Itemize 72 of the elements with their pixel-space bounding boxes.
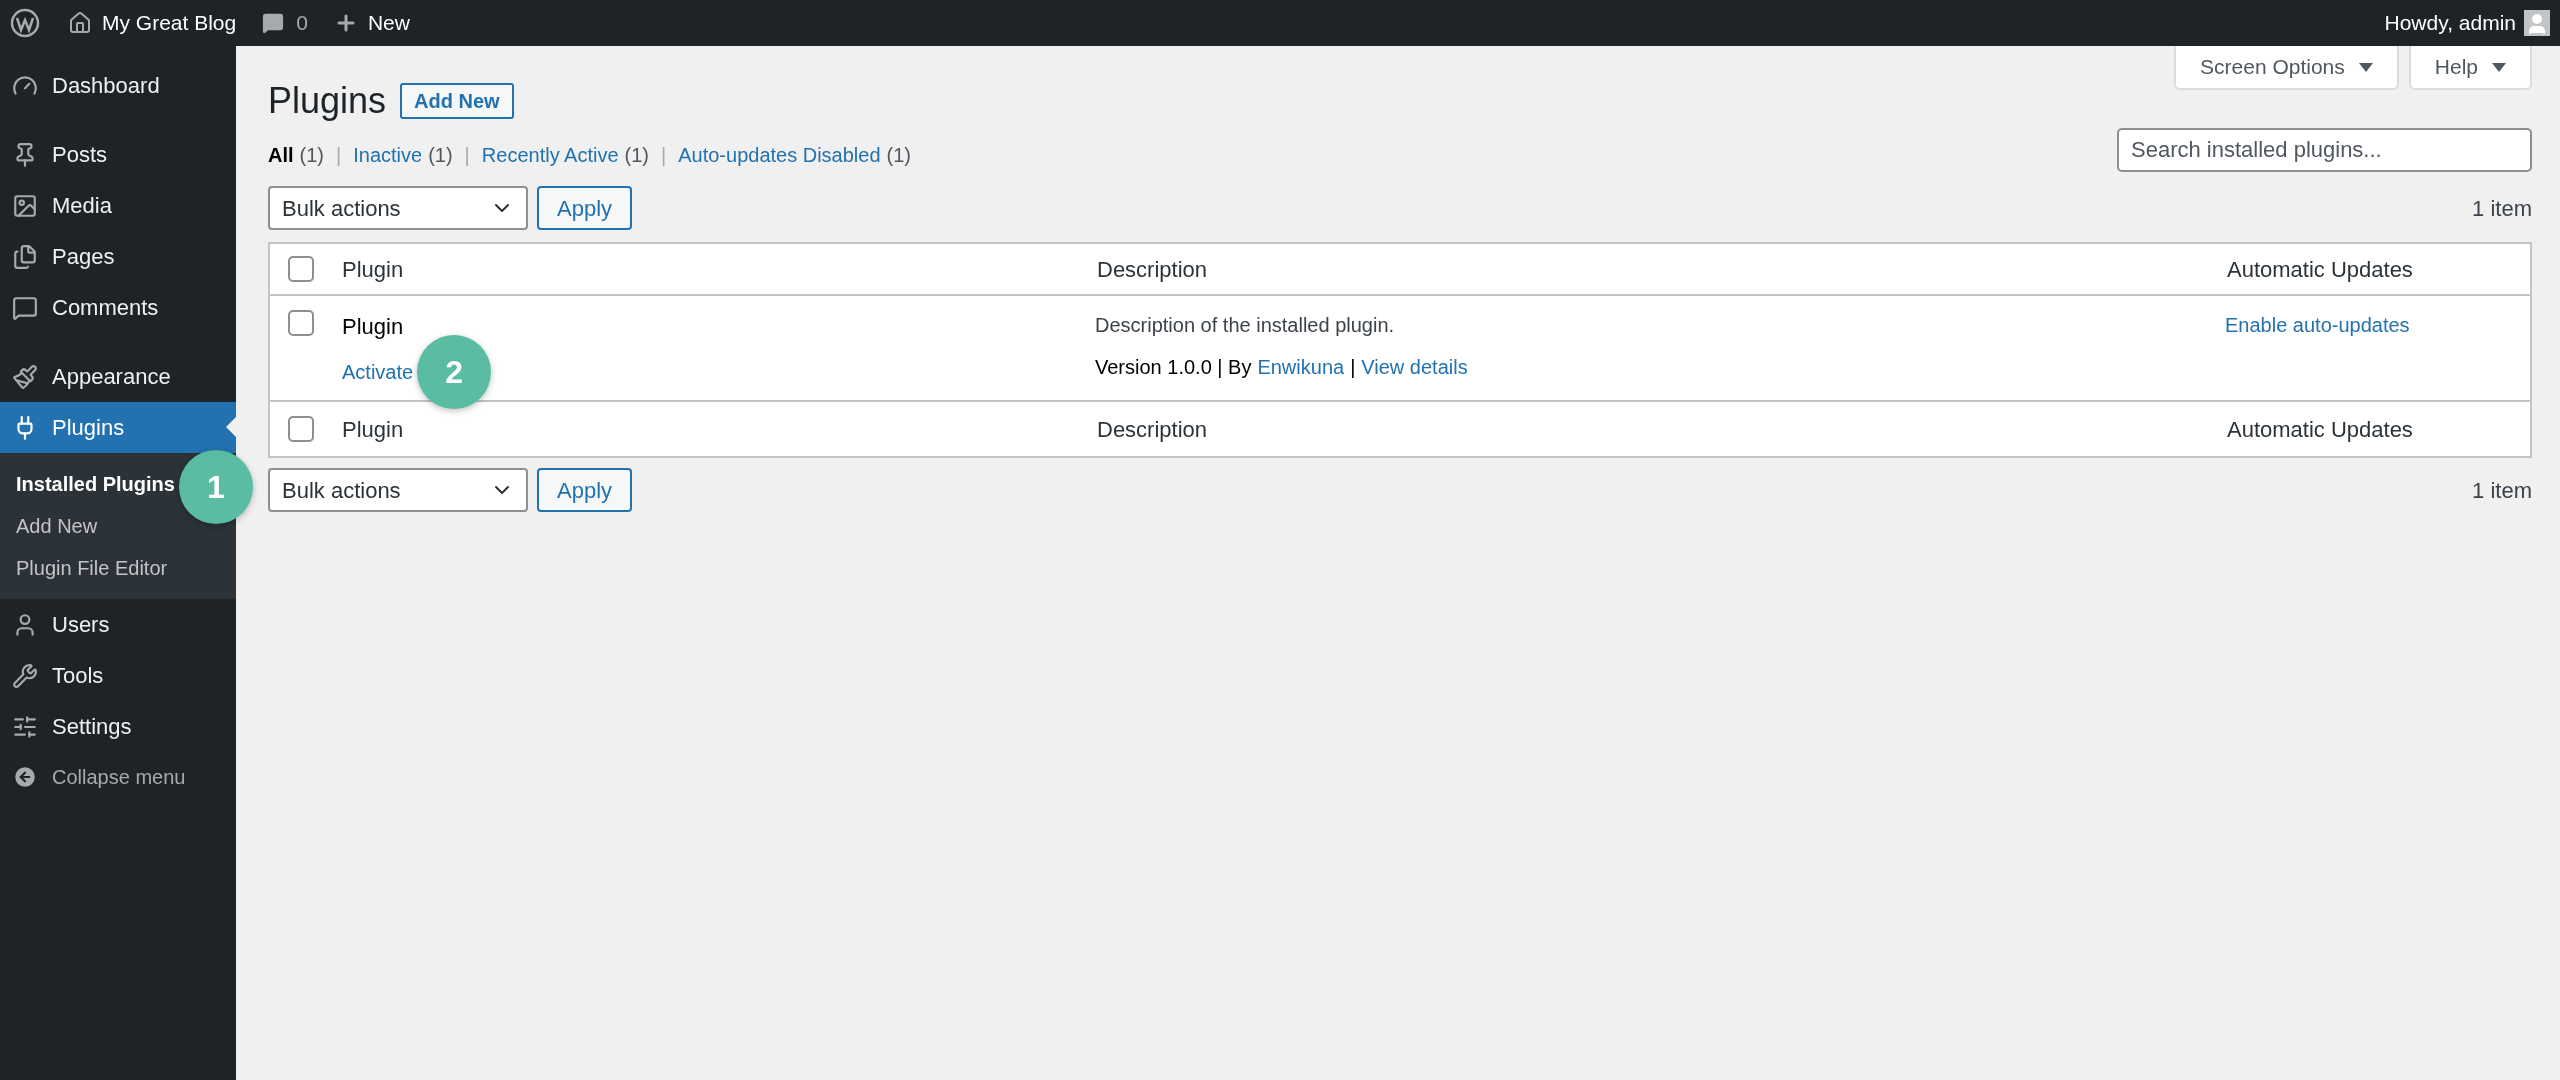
separator: | [1350,355,1356,380]
checkbox[interactable] [288,416,314,442]
filter-count: (1) [886,143,911,168]
menu-icon [12,662,38,689]
dropdown-triangle-icon [2492,62,2506,72]
column-header: Automatic Updates [2226,255,2414,284]
filter-link[interactable]: Recently Active [481,140,619,170]
logo-icon[interactable] [10,8,40,38]
enable-auto-updates-link[interactable]: Enable auto-updates [2225,314,2410,336]
plugin-description: Description of the installed plugin. [1095,313,1396,338]
plugin-name: Plugin [342,313,405,341]
column-header: Description [1096,415,1209,444]
column-header: Automatic Updates [2226,415,2414,444]
menu-item[interactable]: Plugins [0,402,236,453]
submenu-item[interactable]: Add New [0,505,102,547]
menu-item[interactable]: Posts [0,129,236,180]
apply-button[interactable]: Apply [537,468,633,512]
view-details-link[interactable]: View details [1361,352,1468,382]
menu-icon [12,363,38,390]
checkbox[interactable] [288,310,314,336]
column-header: Description [1096,255,1209,284]
filter-count: (1) [624,143,649,168]
avatar-icon [2524,10,2550,36]
activate-link[interactable]: Activate [342,357,414,387]
filter-link[interactable]: Auto-updates Disabled [678,140,881,170]
filter-count: (1) [428,143,453,168]
home-icon [68,11,92,35]
filter-link[interactable]: Inactive [353,140,423,170]
item-count: 1 item [2472,194,2532,223]
search-field[interactable]: Search installed plugins... [2117,128,2532,172]
menu-icon [12,243,38,270]
menu-item[interactable]: Dashboard [0,60,236,111]
collapse-icon [12,764,38,790]
menu-item[interactable]: Users [0,599,236,650]
account-link[interactable]: Howdy, admin [2384,7,2550,39]
bulk-actions-select[interactable]: Bulk actions [268,186,528,230]
submenu-item[interactable]: Plugin File Editor [0,547,172,589]
collapse-menu-button[interactable]: Collapse menu [0,752,236,802]
menu-item[interactable]: Pages [0,231,236,282]
comment-icon [262,12,285,34]
menu-item[interactable]: Settings [0,701,236,752]
menu-icon [12,713,38,740]
comments-link[interactable]: 0 [262,7,308,39]
author-link[interactable]: Enwikuna [1257,352,1345,382]
apply-button[interactable]: Apply [537,186,633,230]
bulk-actions-select[interactable]: Bulk actions [268,468,528,512]
filter-link[interactable]: All [268,140,294,170]
menu-item[interactable]: Tools [0,650,236,701]
menu-item[interactable]: Comments [0,282,236,333]
new-link[interactable]: New [333,7,410,39]
separator: | [464,143,470,168]
page-title: Plugins [268,79,387,123]
screen-meta-tab[interactable]: Help [2408,46,2532,90]
separator: | [661,143,667,168]
filter-count: (1) [299,143,324,168]
menu-icon [12,294,38,321]
checkbox[interactable] [288,256,314,282]
separator: | [336,143,342,168]
submenu-item[interactable]: Installed Plugins [0,463,179,505]
numbered-callout: 2 [417,335,492,409]
column-header: Plugin [341,415,405,444]
item-count: 1 item [2472,476,2532,505]
menu-icon [12,192,38,219]
dropdown-triangle-icon [2358,62,2373,72]
screen-meta-tab[interactable]: Screen Options [2174,46,2399,90]
column-header: Plugin [341,255,405,284]
pointer-arrow [226,417,236,437]
menu-item[interactable]: Media [0,180,236,231]
add-new-button[interactable]: Add New [400,83,514,119]
plugin-meta: Version 1.0.0 | By [1095,355,1252,380]
site-link[interactable]: My Great Blog [68,7,237,39]
menu-item[interactable]: Appearance [0,351,236,402]
